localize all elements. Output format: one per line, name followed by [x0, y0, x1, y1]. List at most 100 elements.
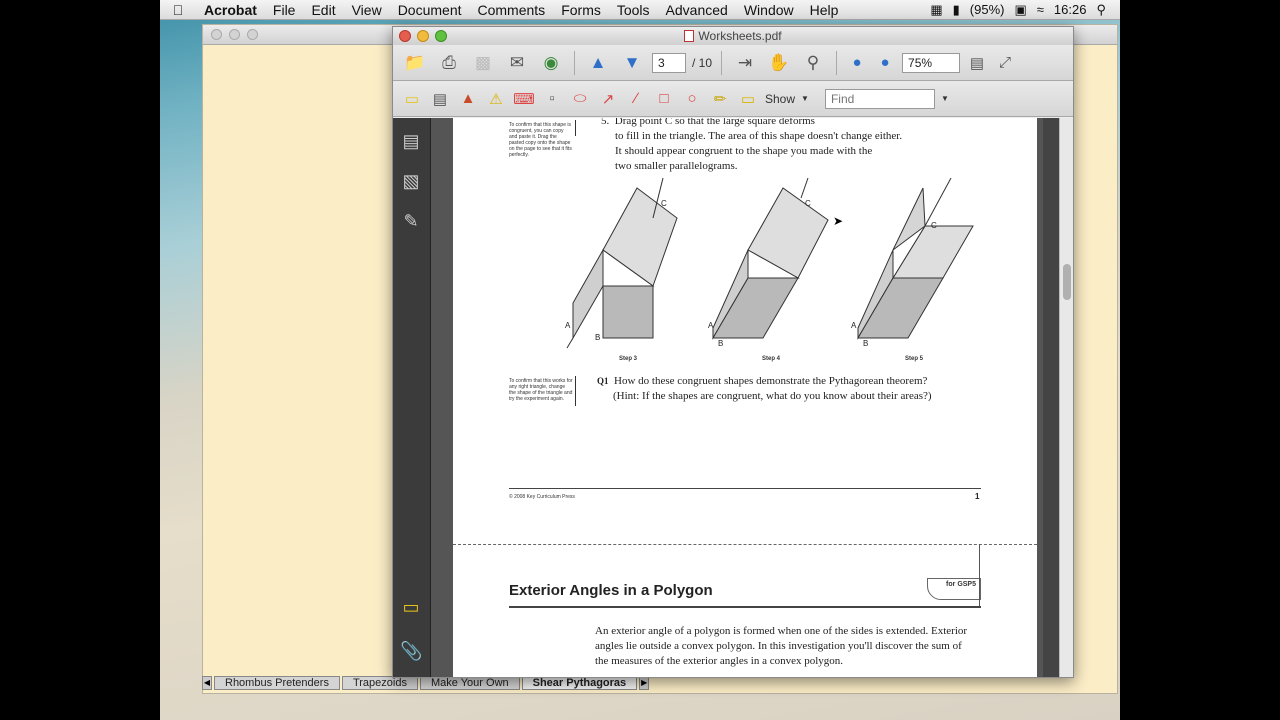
battery-percent[interactable]: (95%) [970, 2, 1005, 17]
menu-window[interactable]: Window [736, 2, 802, 18]
svg-text:C: C [931, 221, 937, 230]
callout-icon[interactable]: ⌨ [513, 87, 535, 111]
rectangle-tool-icon[interactable]: □ [653, 87, 675, 111]
tab-make-your-own[interactable]: Make Your Own [419, 676, 520, 690]
show-menu[interactable]: Show [765, 92, 795, 106]
svg-text:A: A [565, 321, 571, 330]
previous-page-icon[interactable]: ▲ [584, 51, 612, 75]
figure-step-5 [857, 178, 974, 340]
page-viewport[interactable]: To confirm that this shape is congruent,… [431, 118, 1043, 677]
apple-menu-icon[interactable]:  [160, 2, 196, 18]
show-menu-chevron-icon[interactable]: ▼ [801, 94, 809, 103]
mouse-pointer-icon: ➤ [833, 214, 844, 228]
attachments-panel-icon[interactable]: 📎 [400, 640, 422, 662]
menu-forms[interactable]: Forms [553, 2, 609, 18]
shear-figures: A B C A B C A B C [565, 178, 974, 349]
battery-icon[interactable]: ▮ [953, 2, 960, 18]
collaborate-icon[interactable]: ◉ [537, 51, 565, 75]
bg-zoom-icon[interactable] [247, 29, 258, 40]
full-screen-icon[interactable]: ⤢ [994, 51, 1016, 75]
step5-line: to fill in the triangle. The area of thi… [615, 130, 903, 142]
display-icon[interactable]: ▣ [1014, 2, 1026, 18]
signatures-panel-icon[interactable]: ✎ [400, 210, 422, 232]
tab-shear-pythagoras[interactable]: Shear Pythagoras [521, 676, 638, 690]
save-icon[interactable]: ▩ [469, 51, 497, 75]
arrow-tool-icon[interactable]: ↗ [597, 87, 619, 111]
spotlight-icon[interactable]: ⚲ [1096, 2, 1106, 18]
menu-document[interactable]: Document [390, 2, 470, 18]
margin-note: To confirm that this works for any right… [509, 378, 573, 402]
menu-bar:  Acrobat File Edit View Document Commen… [160, 0, 1120, 20]
highlight-text-icon[interactable]: ⚠ [485, 87, 507, 111]
pages-panel-icon[interactable]: ▤ [400, 130, 422, 152]
find-chevron-icon[interactable]: ▼ [941, 94, 949, 103]
menu-file[interactable]: File [265, 2, 304, 18]
bookmarks-panel-icon[interactable]: ▧ [400, 170, 422, 192]
page-break [453, 544, 1037, 545]
text-edit-icon[interactable]: ▤ [429, 87, 451, 111]
select-tool-icon[interactable]: ⇥ [731, 51, 759, 75]
menu-edit[interactable]: Edit [303, 2, 343, 18]
line-tool-icon[interactable]: ∕ [625, 87, 647, 111]
q1-label: Q1 [597, 376, 609, 386]
clock[interactable]: 16:26 [1054, 2, 1087, 17]
menu-view[interactable]: View [344, 2, 390, 18]
intro-line: angles lie outside a convex polygon. In … [595, 640, 962, 652]
svg-text:B: B [718, 339, 723, 348]
vertical-scrollbar[interactable] [1059, 118, 1073, 677]
menu-comments[interactable]: Comments [470, 2, 554, 18]
svg-text:A: A [708, 321, 714, 330]
zoom-out-icon[interactable]: ● [846, 51, 868, 75]
gsp5-logo: for GSP5 [927, 578, 981, 600]
bg-close-icon[interactable] [211, 29, 222, 40]
show-comments-icon[interactable]: ▭ [737, 87, 759, 111]
minimize-icon[interactable] [417, 30, 429, 42]
menu-extras: ▦ ▮ (95%) ▣ ≈ 16:26 ⚲ [930, 2, 1120, 18]
q1-text: How do these congruent shapes demonstrat… [614, 375, 928, 387]
menu-help[interactable]: Help [802, 2, 847, 18]
menu-app-name[interactable]: Acrobat [196, 2, 265, 18]
document-area: ▤ ▧ ✎ ▭ 📎 To confirm that this shape is … [393, 118, 1073, 677]
window-title: Worksheets.pdf [698, 29, 782, 43]
section-title: Exterior Angles in a Polygon [509, 582, 713, 599]
wifi-icon[interactable]: ≈ [1037, 2, 1044, 17]
menu-advanced[interactable]: Advanced [658, 2, 736, 18]
oval-tool-icon[interactable]: ○ [681, 87, 703, 111]
comments-panel-icon[interactable]: ▭ [400, 596, 422, 618]
page-number-input[interactable] [652, 52, 686, 73]
step-label: Step 4 [762, 356, 781, 362]
tabs-scroll-right-icon[interactable]: ▶ [639, 676, 650, 690]
page-footer-number: 1 [975, 492, 980, 501]
intro-line: An exterior angle of a polygon is formed… [595, 625, 968, 637]
section-intro: An exterior angle of a polygon is formed… [595, 624, 967, 669]
scrollbar-thumb[interactable] [1063, 264, 1071, 300]
text-box-icon[interactable]: ▫ [541, 87, 563, 111]
print-icon[interactable]: ⎙ [435, 51, 463, 75]
menu-tools[interactable]: Tools [609, 2, 658, 18]
email-icon[interactable]: ✉ [503, 51, 531, 75]
sticky-note-icon[interactable]: ▭ [401, 87, 423, 111]
step5-line: It should appear congruent to the shape … [615, 145, 873, 157]
cloud-icon[interactable]: ⬭ [569, 87, 591, 111]
q1-hint: (Hint: If the shapes are congruent, what… [613, 390, 932, 402]
comment-toolbar: ▭ ▤ ▲ ⚠ ⌨ ▫ ⬭ ↗ ∕ □ ○ ✏ ▭ Show ▼ ▼ [393, 81, 1073, 117]
zoom-tool-icon[interactable]: ⚲ [799, 51, 827, 75]
zoom-level-select[interactable] [902, 52, 961, 73]
zoom-in-icon[interactable]: ● [874, 51, 896, 75]
hand-tool-icon[interactable]: ✋ [765, 51, 793, 75]
fit-page-icon[interactable]: ▤ [966, 51, 988, 75]
tab-trapezoids[interactable]: Trapezoids [341, 676, 418, 690]
next-page-icon[interactable]: ▼ [618, 51, 646, 75]
acrobat-titlebar[interactable]: Worksheets.pdf [393, 27, 1073, 45]
pencil-tool-icon[interactable]: ✏ [709, 87, 731, 111]
step5-line: Drag point C so that the large square de… [614, 118, 815, 127]
bg-minimize-icon[interactable] [229, 29, 240, 40]
stamp-icon[interactable]: ▲ [457, 87, 479, 111]
tab-rhombus-pretenders[interactable]: Rhombus Pretenders [214, 676, 340, 690]
close-icon[interactable] [399, 30, 411, 42]
tabs-scroll-left-icon[interactable]: ◀ [202, 676, 212, 690]
find-input[interactable] [824, 88, 935, 109]
open-folder-icon[interactable]: 📁 [401, 51, 429, 75]
dropbox-icon[interactable]: ▦ [930, 2, 942, 18]
zoom-icon[interactable] [435, 30, 447, 42]
